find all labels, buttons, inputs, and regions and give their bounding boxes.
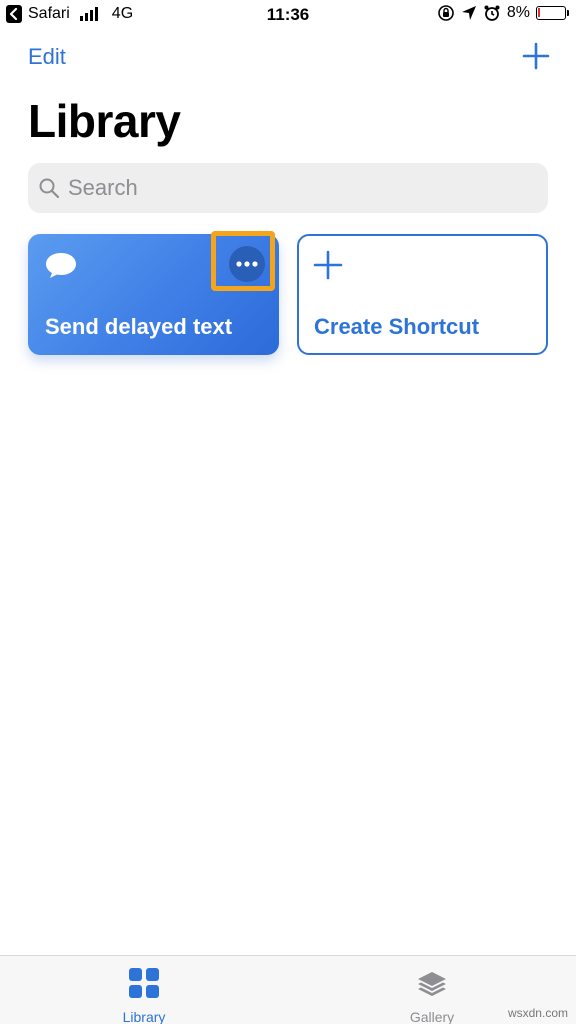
shortcut-title: Send delayed text [45, 314, 233, 339]
battery-percent: 8% [506, 4, 530, 21]
plus-icon [313, 250, 343, 280]
tab-gallery-label: Gallery [409, 1009, 455, 1024]
highlight-annotation [211, 231, 275, 291]
create-shortcut-card[interactable]: Create Shortcut [297, 234, 548, 355]
edit-button[interactable]: Edit [28, 44, 66, 70]
battery-icon [536, 6, 569, 20]
battery-level [538, 8, 540, 17]
alarm-icon [484, 5, 500, 21]
plus-icon[interactable] [522, 42, 550, 70]
create-shortcut-label: Create Shortcut [314, 314, 480, 339]
screen: Safari 4G 11:36 8% Edit Library Search S… [0, 0, 576, 1024]
shortcut-card[interactable]: Send delayed text [28, 231, 279, 355]
status-right: 8% [437, 4, 569, 22]
watermark: wsxdn.com [507, 1006, 568, 1020]
layers-icon [418, 972, 446, 996]
search-input[interactable]: Search [68, 175, 138, 201]
status-bar: Safari 4G 11:36 8% [0, 0, 576, 30]
location-icon [461, 6, 476, 20]
message-bubble-icon [46, 253, 76, 278]
tab-bar: Library Gallery [0, 955, 576, 1024]
tab-library-label: Library [122, 1009, 166, 1024]
search-field[interactable]: Search [28, 163, 548, 213]
search-icon [39, 178, 60, 199]
tab-gallery[interactable]: Gallery [372, 966, 492, 1024]
page-title: Library [28, 95, 181, 147]
orientation-lock-icon [438, 5, 454, 21]
tab-library[interactable]: Library [84, 966, 204, 1024]
grid-icon [129, 968, 159, 998]
